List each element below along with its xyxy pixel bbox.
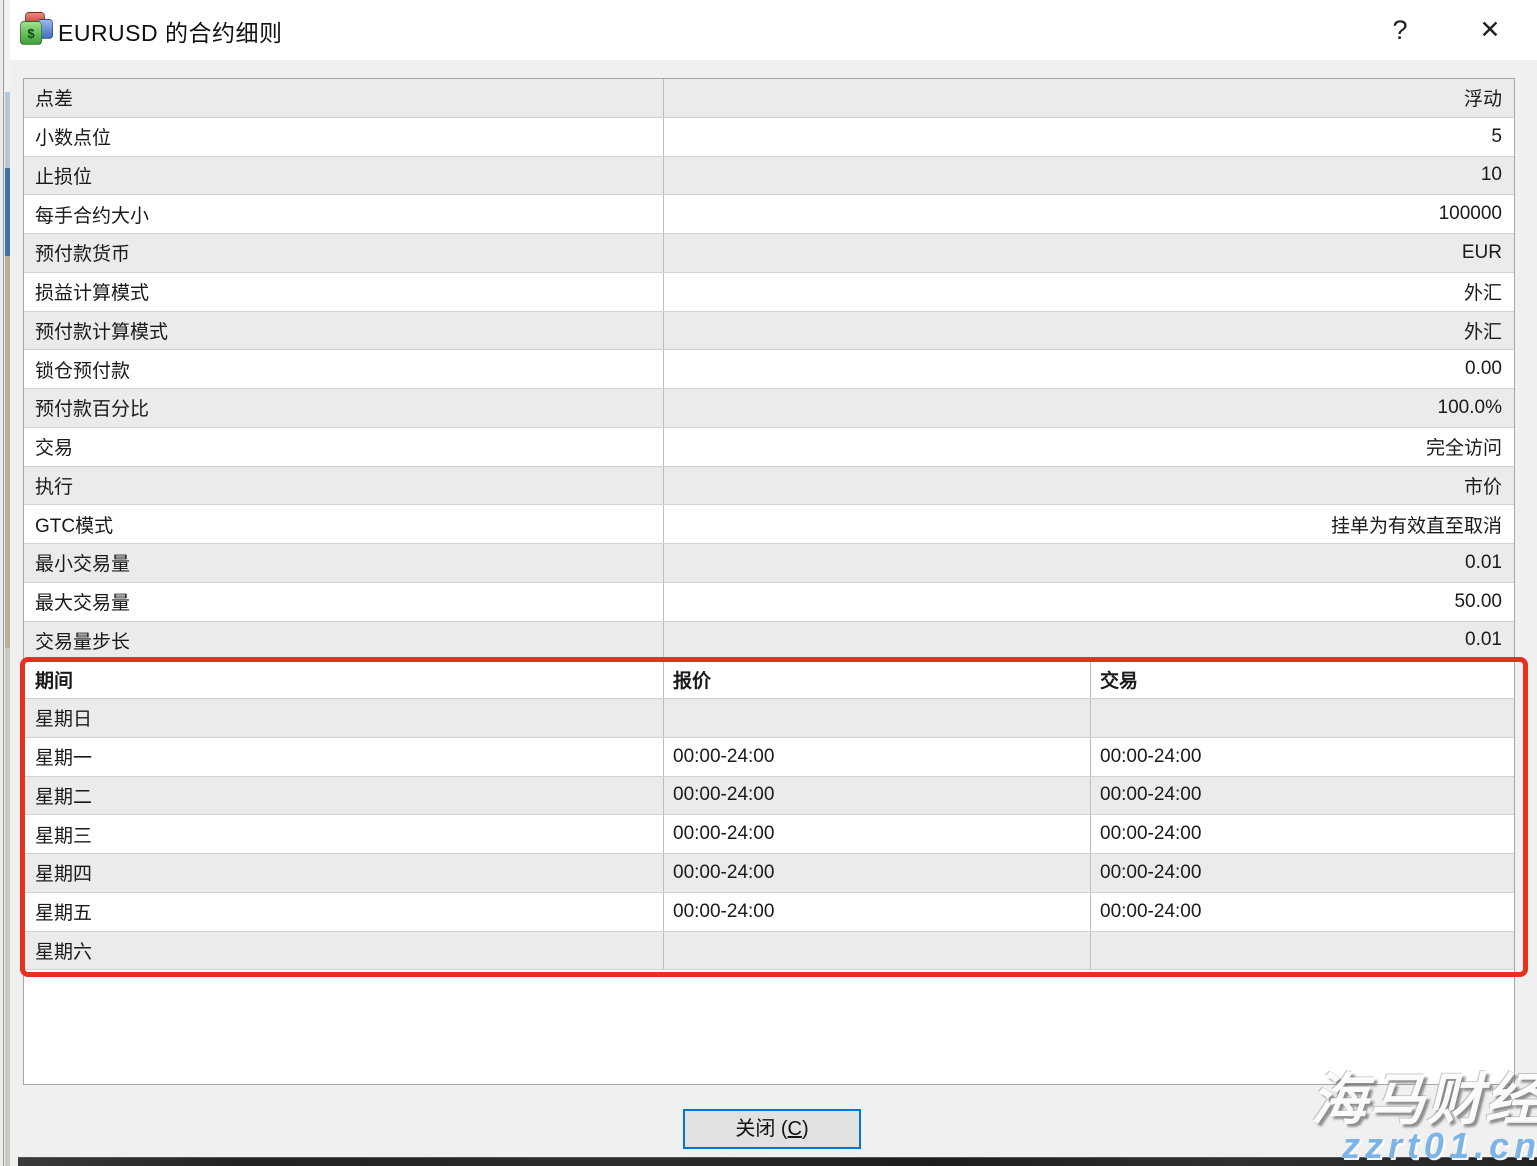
schedule-quotes: 00:00-24:00 <box>664 777 1091 815</box>
spec-row-label: 最大交易量 <box>24 583 664 621</box>
spec-row: 交易完全访问 <box>24 428 1514 467</box>
schedule-row: 星期日 <box>24 699 1514 738</box>
schedule-trade: 00:00-24:00 <box>1091 815 1514 853</box>
schedule-day: 星期二 <box>24 777 664 815</box>
spec-row-value: 完全访问 <box>664 428 1514 466</box>
close-button-label: 关闭 (C) <box>735 1118 808 1140</box>
spec-row-value: 100000 <box>664 195 1514 233</box>
spec-row-value: 5 <box>664 118 1514 156</box>
background-window-edge <box>0 0 10 1166</box>
spec-rows: 点差浮动小数点位5止损位10每手合约大小100000预付款货币EUR损益计算模式… <box>24 79 1514 660</box>
schedule-trade: 00:00-24:00 <box>1091 854 1514 892</box>
spec-row-label: 点差 <box>24 79 664 117</box>
schedule-trade: 00:00-24:00 <box>1091 738 1514 776</box>
help-button[interactable]: ? <box>1378 8 1422 52</box>
schedule-quotes: 00:00-24:00 <box>664 738 1091 776</box>
contract-specification-dialog: $ EURUSD 的合约细则 ? ✕ 点差浮动小数点位5止损位10每手合约大小1… <box>10 0 1537 1160</box>
spec-row-value: 100.0% <box>664 389 1514 427</box>
schedule-quotes: 00:00-24:00 <box>664 815 1091 853</box>
schedule-day: 星期三 <box>24 815 664 853</box>
schedule-header: 期间 报价 交易 <box>24 660 1514 699</box>
spec-row-value: 0.01 <box>664 622 1514 660</box>
spec-row-value: 市价 <box>664 467 1514 505</box>
spec-row-label: 预付款货币 <box>24 234 664 272</box>
dialog-title: EURUSD 的合约细则 <box>58 14 283 48</box>
spec-row: 止损位10 <box>24 157 1514 196</box>
schedule-day: 星期日 <box>24 699 664 737</box>
schedule-row: 星期五00:00-24:0000:00-24:00 <box>24 893 1514 932</box>
schedule-quotes: 00:00-24:00 <box>664 854 1091 892</box>
dialog-titlebar: $ EURUSD 的合约细则 ? ✕ <box>10 0 1537 60</box>
spec-row-label: 止损位 <box>24 157 664 195</box>
spec-row: 每手合约大小100000 <box>24 195 1514 234</box>
schedule-header-trade: 交易 <box>1091 660 1514 698</box>
schedule-day: 星期六 <box>24 932 664 970</box>
spec-row-label: 每手合约大小 <box>24 195 664 233</box>
spec-row-value: EUR <box>664 234 1514 272</box>
spec-row-label: 执行 <box>24 467 664 505</box>
schedule-row: 星期二00:00-24:0000:00-24:00 <box>24 777 1514 816</box>
spec-row: 预付款货币EUR <box>24 234 1514 273</box>
spec-row-label: GTC模式 <box>24 505 664 543</box>
spec-row-label: 预付款计算模式 <box>24 312 664 350</box>
schedule-row: 星期六 <box>24 932 1514 971</box>
schedule-day: 星期四 <box>24 854 664 892</box>
background-taskbar-edge <box>18 1157 1537 1166</box>
spec-row: 最大交易量50.00 <box>24 583 1514 622</box>
close-button[interactable]: 关闭 (C) <box>683 1109 861 1149</box>
spec-row-value: 外汇 <box>664 312 1514 350</box>
spec-row: 最小交易量0.01 <box>24 544 1514 583</box>
schedule-trade: 00:00-24:00 <box>1091 893 1514 931</box>
spec-row-value: 浮动 <box>664 79 1514 117</box>
spec-row: 执行市价 <box>24 467 1514 506</box>
symbol-properties-icon: $ <box>17 10 57 50</box>
schedule-day: 星期一 <box>24 738 664 776</box>
schedule-row: 星期四00:00-24:0000:00-24:00 <box>24 854 1514 893</box>
spec-row: GTC模式挂单为有效直至取消 <box>24 505 1514 544</box>
specification-table: 点差浮动小数点位5止损位10每手合约大小100000预付款货币EUR损益计算模式… <box>23 78 1515 1085</box>
schedule-trade <box>1091 699 1514 737</box>
spec-row: 预付款计算模式外汇 <box>24 312 1514 351</box>
spec-row: 小数点位5 <box>24 118 1514 157</box>
spec-row-value: 0.00 <box>664 350 1514 388</box>
spec-row: 点差浮动 <box>24 79 1514 118</box>
spec-row-value: 0.01 <box>664 544 1514 582</box>
schedule-row: 星期三00:00-24:0000:00-24:00 <box>24 815 1514 854</box>
spec-row-value: 挂单为有效直至取消 <box>664 505 1514 543</box>
icon-book-green: $ <box>20 21 42 45</box>
close-x-button[interactable]: ✕ <box>1468 8 1512 52</box>
spec-row-label: 交易 <box>24 428 664 466</box>
spec-row-value: 50.00 <box>664 583 1514 621</box>
spec-row-label: 损益计算模式 <box>24 273 664 311</box>
schedule-quotes <box>664 932 1091 970</box>
schedule-row: 星期一00:00-24:0000:00-24:00 <box>24 738 1514 777</box>
schedule-trade: 00:00-24:00 <box>1091 777 1514 815</box>
spec-row-label: 预付款百分比 <box>24 389 664 427</box>
schedule-header-quotes: 报价 <box>664 660 1091 698</box>
spec-row-label: 小数点位 <box>24 118 664 156</box>
schedule-quotes <box>664 699 1091 737</box>
spec-row-value: 外汇 <box>664 273 1514 311</box>
background-window-border <box>3 0 4 1166</box>
spec-row: 预付款百分比100.0% <box>24 389 1514 428</box>
spec-row: 交易量步长0.01 <box>24 622 1514 661</box>
spec-row-label: 最小交易量 <box>24 544 664 582</box>
spec-row: 损益计算模式外汇 <box>24 273 1514 312</box>
spec-row: 锁仓预付款0.00 <box>24 350 1514 389</box>
spec-row-label: 交易量步长 <box>24 622 664 660</box>
schedule-trade <box>1091 932 1514 970</box>
schedule-rows: 星期日星期一00:00-24:0000:00-24:00星期二00:00-24:… <box>24 699 1514 970</box>
spec-row-label: 锁仓预付款 <box>24 350 664 388</box>
schedule-quotes: 00:00-24:00 <box>664 893 1091 931</box>
spec-row-value: 10 <box>664 157 1514 195</box>
schedule-header-period: 期间 <box>24 660 664 698</box>
schedule-day: 星期五 <box>24 893 664 931</box>
